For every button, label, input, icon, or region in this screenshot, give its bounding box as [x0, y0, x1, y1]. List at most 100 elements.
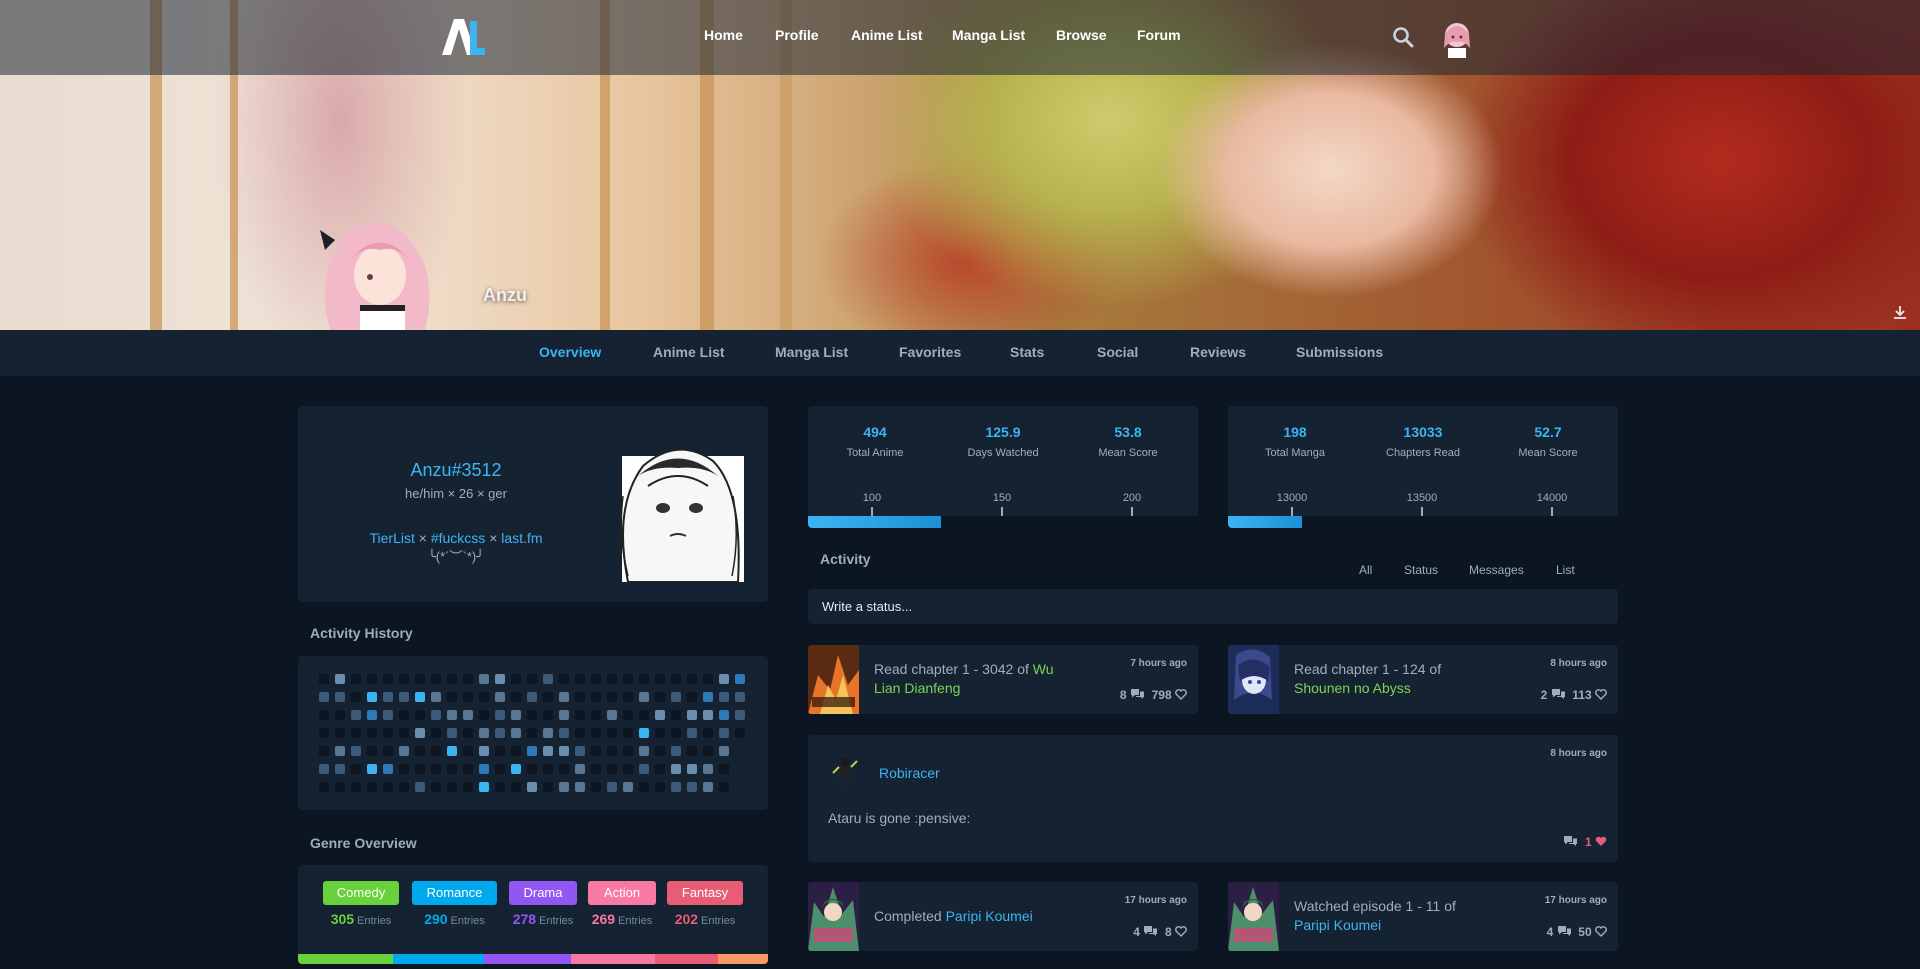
heatmap-cell[interactable] — [543, 692, 553, 702]
heatmap-cell[interactable] — [415, 728, 425, 738]
heatmap-cell[interactable] — [367, 746, 377, 756]
heatmap-cell[interactable] — [447, 692, 457, 702]
heatmap-cell[interactable] — [591, 674, 601, 684]
heatmap-cell[interactable] — [319, 692, 329, 702]
heatmap-cell[interactable] — [335, 746, 345, 756]
heatmap-cell[interactable] — [367, 728, 377, 738]
heatmap-cell[interactable] — [703, 710, 713, 720]
heatmap-cell[interactable] — [623, 710, 633, 720]
heatmap-cell[interactable] — [415, 764, 425, 774]
genre-tag[interactable]: Action — [588, 881, 656, 905]
heatmap-cell[interactable] — [575, 746, 585, 756]
like-count[interactable]: 8 — [1165, 925, 1172, 939]
search-icon[interactable] — [1392, 26, 1414, 48]
heatmap-cell[interactable] — [383, 782, 393, 792]
heatmap-cell[interactable] — [399, 710, 409, 720]
heatmap-cell[interactable] — [479, 710, 489, 720]
heatmap-cell[interactable] — [495, 746, 505, 756]
heatmap-cell[interactable] — [351, 746, 361, 756]
heatmap-cell[interactable] — [447, 674, 457, 684]
heatmap-cell[interactable] — [559, 764, 569, 774]
heatmap-cell[interactable] — [543, 674, 553, 684]
nav-home[interactable]: Home — [704, 27, 743, 43]
heatmap-cell[interactable] — [447, 764, 457, 774]
heatmap-cell[interactable] — [575, 692, 585, 702]
heatmap-cell[interactable] — [399, 782, 409, 792]
user-avatar[interactable] — [1440, 18, 1474, 58]
heatmap-cell[interactable] — [479, 674, 489, 684]
heatmap-cell[interactable] — [383, 674, 393, 684]
filter-messages[interactable]: Messages — [1469, 563, 1524, 577]
heatmap-cell[interactable] — [511, 782, 521, 792]
heatmap-cell[interactable] — [575, 710, 585, 720]
heatmap-cell[interactable] — [703, 692, 713, 702]
heatmap-cell[interactable] — [623, 782, 633, 792]
heatmap-cell[interactable] — [607, 692, 617, 702]
heatmap-cell[interactable] — [319, 728, 329, 738]
heatmap-cell[interactable] — [655, 746, 665, 756]
heatmap-cell[interactable] — [447, 746, 457, 756]
heatmap-cell[interactable] — [671, 728, 681, 738]
heatmap-cell[interactable] — [543, 746, 553, 756]
heatmap-cell[interactable] — [447, 728, 457, 738]
heatmap-cell[interactable] — [719, 728, 729, 738]
media-cover[interactable] — [808, 645, 859, 714]
heatmap-cell[interactable] — [623, 746, 633, 756]
heatmap-cell[interactable] — [527, 764, 537, 774]
genre-fantasy[interactable]: Fantasy 202 Entries — [667, 881, 743, 927]
heatmap-cell[interactable] — [431, 710, 441, 720]
heatmap-cell[interactable] — [319, 764, 329, 774]
heatmap-cell[interactable] — [735, 728, 745, 738]
heatmap-cell[interactable] — [559, 746, 569, 756]
heatmap-cell[interactable] — [351, 692, 361, 702]
heatmap-cell[interactable] — [463, 764, 473, 774]
heatmap-cell[interactable] — [463, 692, 473, 702]
heatmap-cell[interactable] — [703, 764, 713, 774]
heatmap-cell[interactable] — [415, 746, 425, 756]
heatmap-cell[interactable] — [543, 710, 553, 720]
heatmap-cell[interactable] — [319, 674, 329, 684]
heatmap-cell[interactable] — [463, 782, 473, 792]
heatmap-cell[interactable] — [351, 764, 361, 774]
heatmap-cell[interactable] — [335, 710, 345, 720]
heatmap-cell[interactable] — [351, 728, 361, 738]
heatmap-cell[interactable] — [447, 782, 457, 792]
media-title-link[interactable]: Paripi Koumei — [1294, 917, 1381, 933]
heatmap-cell[interactable] — [607, 728, 617, 738]
nav-anime-list[interactable]: Anime List — [851, 27, 923, 43]
heatmap-cell[interactable] — [639, 692, 649, 702]
heatmap-cell[interactable] — [415, 692, 425, 702]
heatmap-cell[interactable] — [639, 746, 649, 756]
heatmap-cell[interactable] — [463, 728, 473, 738]
heatmap-cell[interactable] — [495, 764, 505, 774]
heatmap-cell[interactable] — [655, 674, 665, 684]
heatmap-cell[interactable] — [495, 692, 505, 702]
heatmap-cell[interactable] — [575, 782, 585, 792]
heatmap-cell[interactable] — [623, 728, 633, 738]
heatmap-cell[interactable] — [687, 782, 697, 792]
heatmap-cell[interactable] — [655, 692, 665, 702]
heatmap-cell[interactable] — [495, 728, 505, 738]
heatmap-cell[interactable] — [367, 782, 377, 792]
heatmap-cell[interactable] — [559, 710, 569, 720]
genre-tag[interactable]: Romance — [412, 881, 497, 905]
lastfm-link[interactable]: last.fm — [501, 530, 542, 546]
heatmap-cell[interactable] — [431, 746, 441, 756]
like-count[interactable]: 798 — [1152, 688, 1172, 702]
heatmap-cell[interactable] — [399, 674, 409, 684]
heart-icon[interactable] — [1595, 836, 1607, 847]
heatmap-cell[interactable] — [559, 674, 569, 684]
heatmap-cell[interactable] — [607, 710, 617, 720]
like-count[interactable]: 113 — [1572, 688, 1591, 702]
heatmap-cell[interactable] — [575, 728, 585, 738]
reply-count[interactable]: 2 — [1541, 688, 1548, 702]
comments-icon[interactable] — [1143, 925, 1158, 937]
heatmap-cell[interactable] — [575, 674, 585, 684]
heatmap-cell[interactable] — [591, 746, 601, 756]
heatmap-cell[interactable] — [671, 782, 681, 792]
heatmap-cell[interactable] — [687, 710, 697, 720]
heatmap-cell[interactable] — [351, 782, 361, 792]
heatmap-cell[interactable] — [591, 782, 601, 792]
heatmap-cell[interactable] — [351, 674, 361, 684]
heatmap-cell[interactable] — [527, 710, 537, 720]
